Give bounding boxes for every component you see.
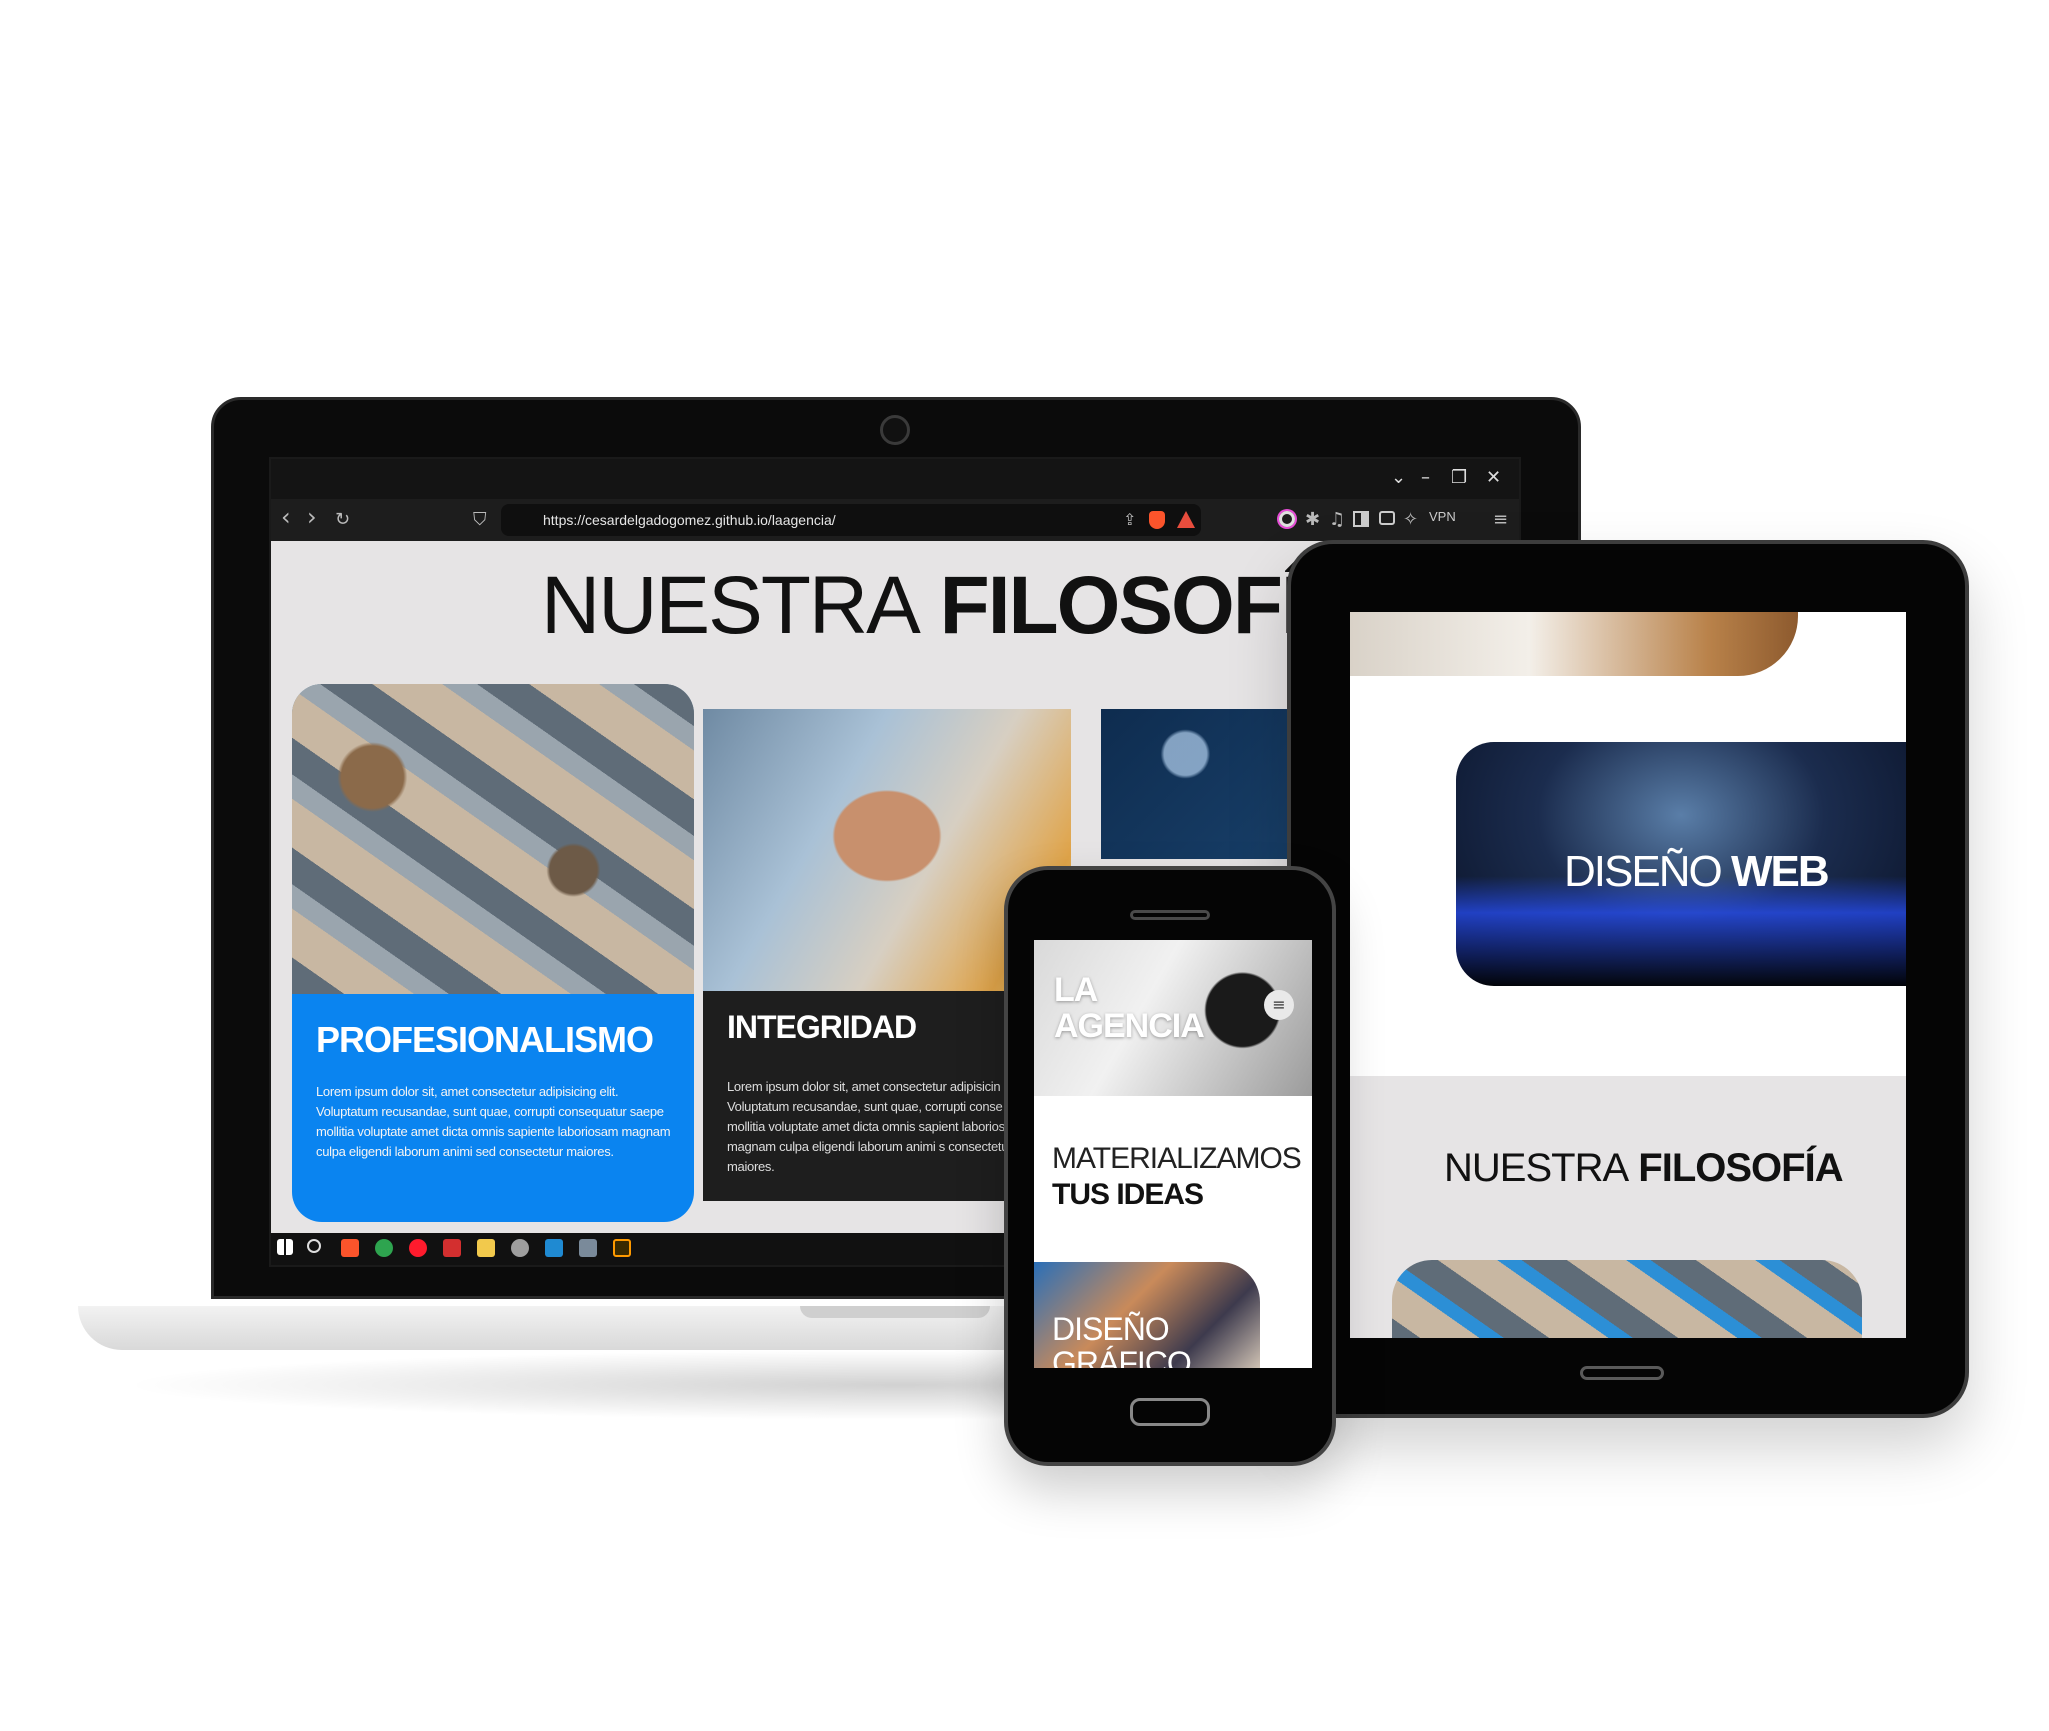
card-body: Lorem ipsum dolor sit, amet consectetur …	[316, 1084, 671, 1159]
puzzle-icon[interactable]: ✱	[1305, 509, 1320, 530]
back-icon[interactable]: ‹	[281, 503, 291, 531]
app-icon[interactable]	[511, 1239, 529, 1257]
search-icon[interactable]	[307, 1239, 321, 1253]
music-icon[interactable]: ♫	[1329, 509, 1345, 530]
tagline-bold: TUS IDEAS	[1052, 1178, 1204, 1211]
card-heading: INTEGRIDAD	[727, 1009, 917, 1045]
app-icon[interactable]	[375, 1239, 393, 1257]
minimize-button[interactable]: –	[1421, 467, 1430, 488]
phone-speaker	[1130, 910, 1210, 920]
tagline-light: MATERIALIZAMOS	[1052, 1142, 1302, 1175]
laptop-camera	[880, 415, 910, 445]
card-heading: PROFESIONALISMO	[316, 1019, 654, 1060]
page-title: NUESTRA FILOSOFÍA	[541, 560, 1361, 651]
wallet-icon[interactable]	[1379, 511, 1395, 525]
restore-button[interactable]: ❐	[1451, 467, 1467, 488]
hamburger-menu-icon[interactable]: ≡	[1264, 990, 1294, 1020]
tablet-home-button	[1580, 1366, 1664, 1380]
sidebar-icon[interactable]	[1353, 511, 1369, 527]
team-photo	[1392, 1260, 1862, 1338]
team-photo	[292, 684, 694, 994]
app-icon[interactable]	[579, 1239, 597, 1257]
close-button[interactable]: ✕	[1486, 467, 1501, 488]
forward-icon[interactable]: ›	[307, 503, 317, 531]
illustrator-icon[interactable]	[613, 1239, 631, 1257]
menu-icon[interactable]: ≡	[1493, 509, 1508, 530]
tablet-screen: DISEÑO WEB NUESTRA FILOSOFÍA	[1350, 612, 1906, 1338]
extension-icon[interactable]	[1279, 511, 1295, 527]
laptop-notch	[800, 1306, 990, 1318]
start-icon[interactable]	[277, 1239, 293, 1255]
philosophy-card-professionalism[interactable]: PROFESIONALISMO Lorem ipsum dolor sit, a…	[292, 684, 694, 1222]
vpn-button[interactable]: VPN	[1429, 509, 1456, 524]
phone-home-button	[1130, 1398, 1210, 1426]
hero-title: LA AGENCIA	[1054, 971, 1205, 1045]
brave-app-icon[interactable]	[341, 1239, 359, 1257]
opera-icon[interactable]	[409, 1239, 427, 1257]
browser-toolbar: ‹ › ↻ ⛉ https://cesardelgadogomez.github…	[271, 499, 1519, 541]
bookmark-icon[interactable]: ⛉	[473, 509, 487, 530]
web-design-title: DISEÑO WEB	[1564, 847, 1830, 896]
section-title: NUESTRA FILOSOFÍA	[1444, 1146, 1844, 1190]
tab-list-icon[interactable]: ⌄	[1391, 467, 1406, 488]
url-text[interactable]: https://cesardelgadogomez.github.io/laag…	[543, 512, 836, 528]
folder-icon[interactable]	[477, 1239, 495, 1257]
brave-rewards-icon[interactable]	[1177, 511, 1195, 528]
vscode-icon[interactable]	[545, 1239, 563, 1257]
share-icon[interactable]: ⇪	[1123, 510, 1136, 529]
reload-icon[interactable]: ↻	[335, 509, 350, 530]
ai-icon[interactable]: ✧	[1403, 509, 1418, 530]
graphic-design-title: DISEÑO GRÁFICO	[1052, 1311, 1192, 1368]
acrobat-icon[interactable]	[443, 1239, 461, 1257]
address-bar[interactable]: https://cesardelgadogomez.github.io/laag…	[501, 504, 1201, 536]
brave-shield-icon[interactable]	[1149, 511, 1165, 529]
phone-screen: LA AGENCIA ≡ MATERIALIZAMOS TUS IDEAS DI…	[1034, 940, 1312, 1368]
desk-photo	[1350, 612, 1798, 676]
browser-titlebar: ⌄ – ❐ ✕	[271, 459, 1519, 499]
